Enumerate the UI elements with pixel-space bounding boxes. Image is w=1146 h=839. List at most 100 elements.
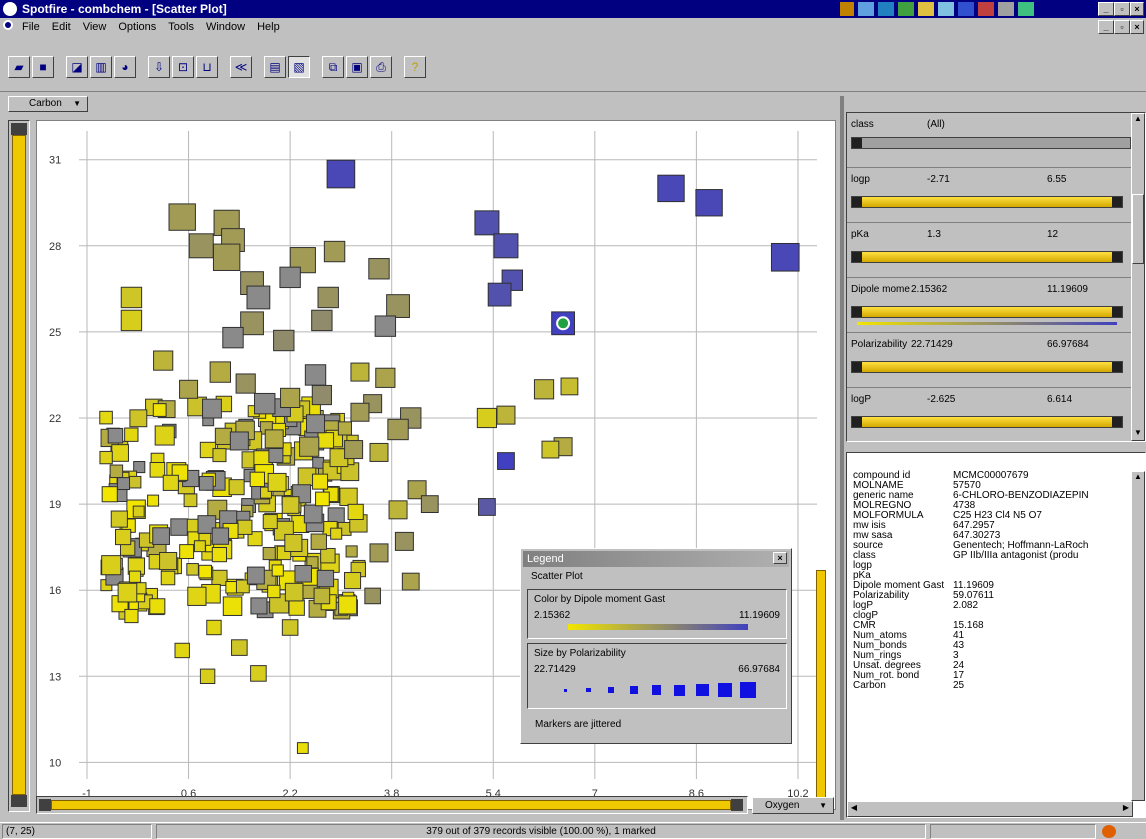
slider-left-handle[interactable] (39, 799, 51, 811)
y-axis-selector[interactable]: Carbon ▼ (8, 96, 88, 112)
filter-min: 2.15362 (911, 284, 948, 295)
tray-icon[interactable] (1018, 2, 1034, 16)
slider-handle[interactable] (852, 138, 862, 148)
lasso-icon[interactable]: ⊔ (196, 56, 218, 78)
open-icon[interactable]: ▰ (8, 56, 30, 78)
slider-right-handle[interactable] (731, 799, 743, 811)
doc-minimize-icon[interactable]: _ (1098, 20, 1114, 34)
detail-value: 15.168 (953, 620, 984, 631)
menu-item-view[interactable]: View (83, 21, 107, 33)
menu-item-window[interactable]: Window (206, 21, 245, 33)
slider-handle[interactable] (1112, 252, 1122, 262)
menu-item-edit[interactable]: Edit (52, 21, 71, 33)
splitter[interactable] (840, 96, 844, 820)
data-point (344, 440, 364, 460)
filter-dipole-mome: Dipole mome 2.15362 11.19609 (847, 278, 1131, 333)
x-axis-range-slider[interactable] (36, 796, 748, 814)
scroll-down-icon[interactable]: ▼ (1132, 428, 1144, 440)
details-hscrollbar[interactable]: ◀ ▶ (847, 801, 1133, 817)
scroll-right-icon[interactable]: ▶ (1120, 803, 1132, 815)
legend-window[interactable]: Legend × Scatter Plot Color by Dipole mo… (520, 548, 792, 744)
scroll-left-icon[interactable]: ◀ (848, 803, 860, 815)
data-point (345, 545, 358, 558)
size-range-slider[interactable] (816, 570, 826, 800)
slider-bottom-handle[interactable] (11, 795, 27, 807)
filter-icon[interactable]: ≪ (230, 56, 252, 78)
slider-handle[interactable] (1112, 197, 1122, 207)
paste-icon[interactable]: ▣ (346, 56, 368, 78)
help-icon[interactable]: ? (404, 56, 426, 78)
slider-handle[interactable] (852, 252, 862, 262)
data-point (264, 429, 284, 449)
tray-icon[interactable] (858, 2, 874, 16)
legend-size-marker (586, 687, 591, 693)
slider-range[interactable] (12, 135, 26, 795)
details-icon[interactable]: ▤ (264, 56, 286, 78)
slider-handle[interactable] (1112, 362, 1122, 372)
scroll-thumb[interactable] (1132, 194, 1144, 264)
data-point (235, 373, 256, 394)
minimize-icon[interactable]: _ (1098, 2, 1114, 16)
data-point (280, 387, 301, 409)
zoom-icon[interactable]: ⊡ (172, 56, 194, 78)
data-point (320, 547, 336, 564)
app-icon[interactable] (3, 2, 17, 16)
filter-scrollbar[interactable]: ▲ ▼ (1131, 113, 1145, 441)
copy-icon[interactable]: ⧉ (322, 56, 344, 78)
scroll-up-icon[interactable]: ▲ (1132, 472, 1144, 484)
legend-note: Markers are jittered (535, 719, 622, 730)
data-point (128, 570, 142, 583)
details-on-demand-icon[interactable]: ▧ (288, 56, 310, 78)
details-scrollbar[interactable]: ▲ (1131, 471, 1145, 801)
new-plot-icon[interactable]: ◪ (66, 56, 88, 78)
print-icon[interactable]: ⎙ (370, 56, 392, 78)
data-point (317, 286, 339, 309)
filter-range-slider[interactable] (851, 196, 1123, 208)
tray-icon[interactable] (978, 2, 994, 16)
filter-range-slider[interactable] (851, 306, 1123, 318)
pie-chart-icon[interactable]: ◕ (114, 56, 136, 78)
y-axis-range-slider[interactable] (8, 120, 30, 812)
x-axis-selector[interactable]: Oxygen ▼ (752, 797, 834, 814)
data-point (273, 329, 295, 352)
filter-range-slider[interactable] (851, 251, 1123, 263)
scroll-up-icon[interactable]: ▲ (1132, 114, 1144, 126)
data-point (315, 491, 330, 507)
slider-range[interactable] (51, 800, 731, 810)
tray-icon[interactable] (878, 2, 894, 16)
filter-range-slider[interactable] (851, 416, 1123, 428)
slider-handle[interactable] (852, 417, 862, 427)
slider-top-handle[interactable] (11, 123, 27, 135)
menu-item-options[interactable]: Options (118, 21, 156, 33)
data-point (375, 367, 396, 388)
legend-close-icon[interactable]: × (773, 552, 787, 564)
slider-handle[interactable] (852, 307, 862, 317)
filter-range-slider[interactable] (851, 361, 1123, 373)
data-point (368, 258, 390, 280)
slider-handle[interactable] (852, 197, 862, 207)
tray-icon[interactable] (840, 2, 854, 16)
save-icon[interactable]: ■ (32, 56, 54, 78)
menu-item-help[interactable]: Help (257, 21, 280, 33)
filter-list-box[interactable] (851, 137, 1131, 149)
close-icon[interactable]: × (1130, 2, 1144, 16)
tray-icon[interactable] (998, 2, 1014, 16)
export-icon[interactable]: ⇩ (148, 56, 170, 78)
tray-icon[interactable] (958, 2, 974, 16)
tray-icon[interactable] (938, 2, 954, 16)
bar-chart-icon[interactable]: ▥ (90, 56, 112, 78)
doc-close-icon[interactable]: × (1130, 20, 1144, 34)
doc-icon[interactable] (3, 20, 13, 30)
slider-handle[interactable] (1112, 307, 1122, 317)
data-point (132, 505, 145, 518)
maximize-icon[interactable]: ▫ (1114, 2, 1130, 16)
tray-icon[interactable] (898, 2, 914, 16)
slider-handle[interactable] (1112, 417, 1122, 427)
menu-item-file[interactable]: File (22, 21, 40, 33)
menu-item-tools[interactable]: Tools (168, 21, 194, 33)
slider-handle[interactable] (852, 362, 862, 372)
tray-icon[interactable] (918, 2, 934, 16)
doc-restore-icon[interactable]: ▫ (1114, 20, 1130, 34)
legend-title-bar[interactable]: Legend × (523, 551, 789, 567)
data-point (343, 572, 362, 590)
